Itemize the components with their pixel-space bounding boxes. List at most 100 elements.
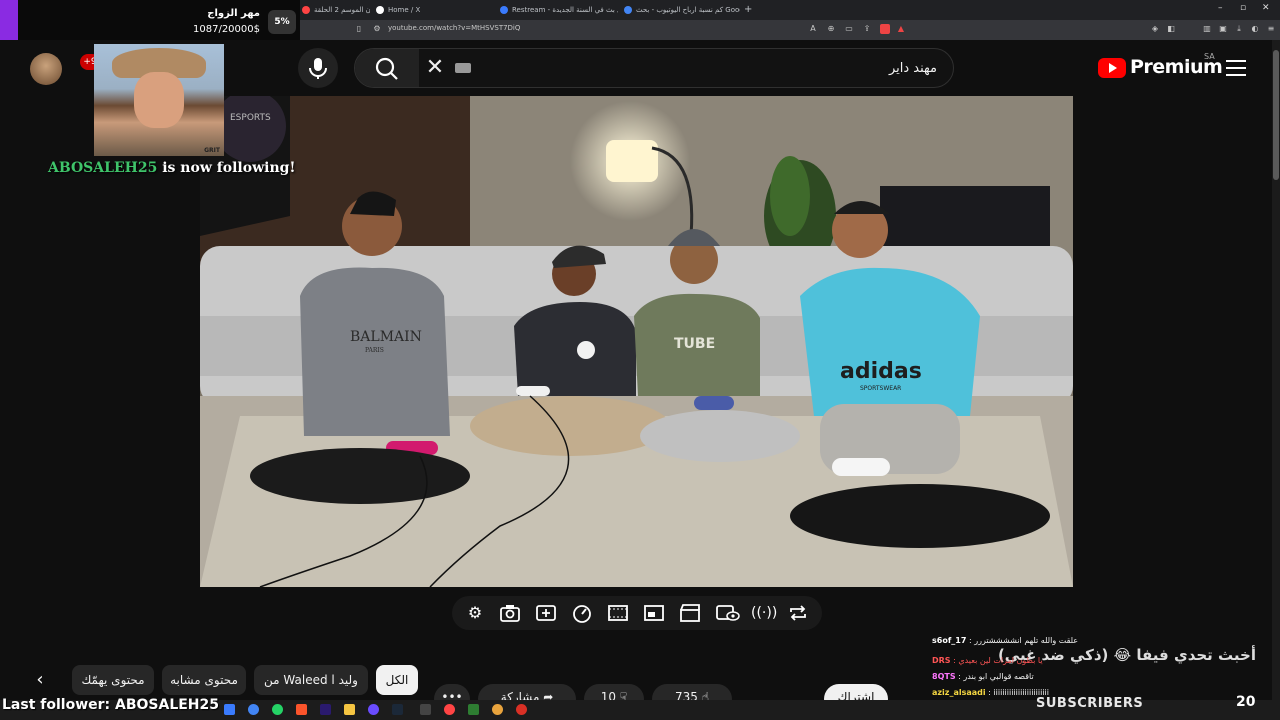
settings-icon[interactable]: ⚙: [464, 603, 486, 623]
browser-tab[interactable]: كم نسبة ارباح اليوتيوب - بحث Google: [622, 2, 740, 18]
picture-in-picture-icon[interactable]: [643, 603, 665, 623]
chat-text: يا بطون امزات لين بعيدي: [958, 656, 1043, 665]
bookmark-icon[interactable]: ▯: [354, 24, 364, 34]
app-icon[interactable]: [492, 704, 503, 715]
discord-icon[interactable]: [368, 704, 379, 715]
sidebar-icon[interactable]: ▥: [1202, 24, 1212, 34]
chat-text: علقت والله تلهم انششششتررر: [974, 636, 1079, 645]
follow-alert-text: ABOSALEH25 is now following!: [48, 160, 296, 176]
wallet-icon[interactable]: ▣: [1218, 24, 1228, 34]
loop-icon[interactable]: [787, 603, 809, 623]
folder-icon[interactable]: [344, 704, 355, 715]
site-info-icon[interactable]: ⚙: [372, 24, 382, 34]
add-frame-icon[interactable]: [535, 603, 557, 623]
browser-tab[interactable]: جاكي شان الموسم 2 الحلقة: [300, 2, 370, 18]
shirt-print: BALMAIN: [350, 329, 422, 345]
tab-label: Home / X: [388, 6, 421, 14]
avatar[interactable]: [30, 53, 62, 85]
video-player[interactable]: ESPORTS BALMAIN PARIS TUBE adidas SPORTS…: [200, 96, 1073, 587]
browser-menu-icon[interactable]: ≡: [1266, 24, 1276, 34]
app-icon[interactable]: [516, 704, 527, 715]
brave-icon[interactable]: [296, 704, 307, 715]
film-strip-icon[interactable]: [607, 603, 629, 623]
premiere-icon[interactable]: [320, 704, 331, 715]
search-button[interactable]: [355, 49, 419, 87]
chevron-left-icon[interactable]: ‹: [28, 668, 52, 692]
shirt-print: adidas: [840, 359, 922, 384]
brave-shield-icon[interactable]: [880, 24, 890, 34]
translate-icon[interactable]: A: [808, 24, 818, 34]
chat-username: aziz_alsaadi: [932, 688, 986, 697]
taskbar: Last follower: ABOSALEH25 SUBSCRIBERS 20: [0, 694, 1280, 720]
player-toolbar: ⚙ ((·)): [452, 596, 822, 630]
tab-label: Restream - اول بث في السنة الجديدة: [512, 6, 618, 14]
chat-message: 8QTS : تاقصه قوالبي ابو بندر: [932, 672, 1034, 681]
donation-goal-percent: 5%: [268, 10, 296, 34]
donation-goal-amount: 1087/20000$: [193, 24, 260, 35]
chip-from-channel[interactable]: من Waleed l وليد: [254, 665, 368, 695]
voice-search-button[interactable]: [298, 48, 338, 88]
tab-label: كم نسبة ارباح اليوتيوب - بحث Google: [636, 6, 740, 14]
watch-later-icon[interactable]: [715, 603, 740, 623]
search-box: ✕: [354, 48, 954, 88]
install-icon[interactable]: ▭: [844, 24, 854, 34]
minimize-button[interactable]: –: [1218, 3, 1223, 13]
screenshot-icon[interactable]: [499, 603, 521, 623]
new-tab-button[interactable]: +: [742, 2, 758, 18]
share-page-icon[interactable]: ⇪: [862, 24, 872, 34]
chip-all[interactable]: الكل: [376, 665, 418, 695]
chat-username: DRS: [932, 656, 951, 665]
tab-label: جاكي شان الموسم 2 الحلقة: [314, 6, 370, 14]
maximize-button[interactable]: ▫: [1240, 3, 1246, 13]
app-icon[interactable]: [468, 704, 479, 715]
browser-tab[interactable]: Restream - اول بث في السنة الجديدة: [498, 2, 618, 18]
hamburger-menu-icon[interactable]: [1226, 60, 1246, 76]
shirt-print-sub: PARIS: [365, 347, 384, 354]
tab-favicon-icon: [302, 6, 310, 14]
follow-alert-username: ABOSALEH25: [48, 160, 158, 176]
close-window-button[interactable]: ✕: [1262, 3, 1270, 13]
obs-icon[interactable]: [444, 704, 455, 715]
page-scrollbar[interactable]: [1272, 40, 1280, 720]
scroll-thumb[interactable]: [1273, 50, 1279, 180]
broadcast-icon[interactable]: ((·)): [751, 603, 777, 623]
tab-favicon-icon: [624, 6, 632, 14]
rewards-icon[interactable]: ▲: [896, 24, 906, 34]
url-field[interactable]: youtube.com/watch?v=MtHSVST7DiQ: [388, 24, 520, 32]
chip-related-for-you[interactable]: محتوى يهمّك: [72, 665, 154, 695]
clapper-icon[interactable]: [679, 603, 701, 623]
clear-search-button[interactable]: ✕: [423, 55, 447, 81]
last-follower-label: Last follower: ABOSALEH25: [2, 697, 220, 713]
chip-similar-content[interactable]: محتوى مشابه: [162, 665, 246, 695]
app-icon[interactable]: [420, 704, 431, 715]
follow-alert-image: GRIT: [94, 44, 224, 156]
tab-favicon-icon: [376, 6, 384, 14]
chat-username: 8QTS: [932, 672, 956, 681]
cam-tag: GRIT: [204, 147, 220, 154]
zoom-icon[interactable]: ⊕: [826, 24, 836, 34]
extension-icon[interactable]: ◧: [1166, 24, 1176, 34]
tab-favicon-icon: [500, 6, 508, 14]
steam-icon[interactable]: [392, 704, 403, 715]
chat-username: s6of_17: [932, 636, 967, 645]
speed-icon[interactable]: [571, 603, 593, 623]
shirt-print: TUBE: [674, 336, 715, 352]
whatsapp-icon[interactable]: [272, 704, 283, 715]
chat-message: DRS : يا بطون امزات لين بعيدي: [932, 656, 1043, 665]
downloads-icon[interactable]: ⤓: [1234, 24, 1244, 34]
donation-accent-bar: [0, 0, 18, 44]
subscribers-count: 20: [1236, 694, 1256, 710]
start-icon[interactable]: [224, 704, 235, 715]
country-code: SA: [1204, 52, 1215, 61]
search-icon: [375, 57, 398, 80]
wall-logo-text: ESPORTS: [230, 113, 271, 123]
donation-goal-widget: مهر الزواج 1087/20000$ 5%: [0, 0, 300, 44]
chrome-icon[interactable]: [248, 704, 259, 715]
chat-message: s6of_17 : علقت والله تلهم انششششتررر: [932, 636, 1079, 645]
keyboard-icon[interactable]: [455, 63, 471, 73]
browser-address-bar: ▯ ⚙ youtube.com/watch?v=MtHSVST7DiQ A ⊕ …: [300, 20, 1280, 40]
vpn-icon[interactable]: ◐: [1250, 24, 1260, 34]
search-input[interactable]: [497, 58, 937, 78]
extensions-icon[interactable]: ◈: [1150, 24, 1160, 34]
browser-tab[interactable]: Home / X: [374, 2, 494, 18]
